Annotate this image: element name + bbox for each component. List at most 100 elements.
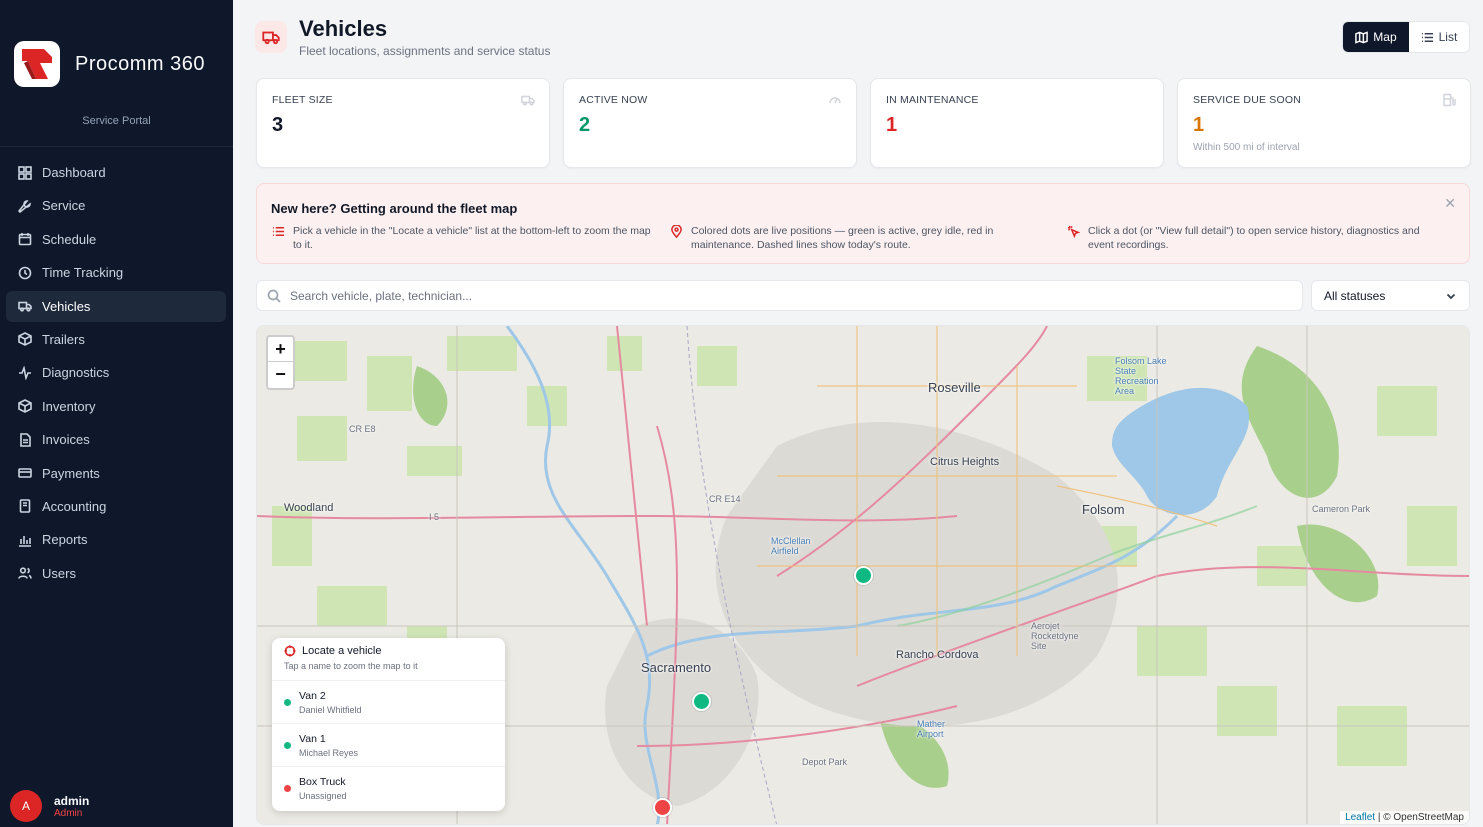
osm-attribution[interactable]: | © OpenStreetMap: [1378, 812, 1464, 823]
user-menu[interactable]: A admin Admin: [10, 790, 89, 822]
locate-vehicle-panel: Locate a vehicle Tap a name to zoom the …: [272, 638, 505, 811]
sidebar-item-label: Schedule: [42, 231, 97, 247]
map-label: CR E8: [349, 424, 376, 434]
locate-title: Locate a vehicle: [302, 645, 382, 657]
brand[interactable]: Procomm 360: [14, 41, 205, 87]
zoom-in-button[interactable]: +: [268, 337, 293, 362]
vehicle-marker-maintenance[interactable]: [653, 798, 672, 817]
file-icon: [20, 432, 31, 447]
crosshair-icon: [284, 645, 296, 657]
map-label: Folsom: [1082, 502, 1125, 517]
page-title: Vehicles: [299, 16, 388, 41]
sidebar: Procomm 360 Service Portal Dashboard Ser…: [0, 0, 233, 827]
pointer-icon: [1067, 225, 1080, 238]
activity-icon: [19, 365, 31, 380]
stat-label: SERVICE DUE SOON: [1193, 94, 1302, 106]
zoom-control: + −: [266, 335, 295, 390]
brand-name: Procomm 360: [75, 52, 205, 75]
sidebar-item-accounting[interactable]: Accounting: [6, 491, 226, 522]
vehicle-name: Box Truck: [299, 776, 346, 788]
tip-text: Click a dot (or "View full detail") to o…: [1088, 225, 1420, 251]
grid-icon: [18, 165, 32, 180]
sidebar-item-label: Accounting: [42, 498, 107, 514]
truck-icon: [521, 95, 535, 106]
sidebar-item-label: Invoices: [42, 432, 90, 448]
truck-icon: [18, 301, 32, 312]
list-icon: [272, 227, 285, 236]
locate-subtitle: Tap a name to zoom the map to it: [284, 661, 418, 671]
sidebar-item-users[interactable]: Users: [6, 558, 226, 589]
banner-tip: Pick a vehicle in the "Locate a vehicle"…: [272, 224, 652, 252]
gauge-icon: [829, 97, 841, 104]
map-label: Folsom Lake State Recreation Area: [1115, 356, 1167, 396]
list-icon: [1421, 32, 1433, 42]
sidebar-item-time-tracking[interactable]: Time Tracking: [6, 257, 226, 288]
status-dot: [284, 698, 291, 706]
stat-label: FLEET SIZE: [272, 94, 333, 106]
wrench-icon: [18, 200, 31, 213]
vehicle-name: Van 2: [299, 689, 326, 702]
chevron-down-icon: [1446, 293, 1456, 299]
map-label: Depot Park: [802, 757, 848, 767]
status-dot: [284, 785, 291, 792]
banner-title: New here? Getting around the fleet map: [271, 201, 518, 216]
sidebar-item-label: Trailers: [42, 331, 85, 347]
stat-card-fleet-size: FLEET SIZE 3: [256, 78, 550, 168]
locate-item-van-2[interactable]: Van 2 Daniel Whitfield: [272, 681, 505, 724]
sidebar-item-payments[interactable]: Payments: [6, 458, 226, 489]
sidebar-item-diagnostics[interactable]: Diagnostics: [6, 357, 226, 388]
map-attribution: Leaflet | © OpenStreetMap: [1340, 811, 1469, 824]
onboarding-banner: New here? Getting around the fleet map ✕…: [256, 183, 1470, 264]
map-view-label: Map: [1373, 30, 1397, 44]
sidebar-item-schedule[interactable]: Schedule: [6, 224, 226, 255]
sidebar-divider: [0, 146, 233, 147]
sidebar-item-label: Reports: [42, 532, 88, 548]
status-dot: [284, 741, 291, 749]
book-icon: [19, 499, 31, 514]
vehicle-assignee: Daniel Whitfield: [299, 704, 362, 715]
sidebar-item-invoices[interactable]: Invoices: [6, 424, 226, 455]
tip-text: Pick a vehicle in the "Locate a vehicle"…: [293, 225, 651, 251]
sidebar-item-reports[interactable]: Reports: [6, 524, 226, 555]
sidebar-item-service[interactable]: Service: [6, 190, 226, 221]
package-icon: [18, 399, 32, 414]
close-icon[interactable]: ✕: [1444, 195, 1456, 212]
sidebar-item-vehicles[interactable]: Vehicles: [6, 290, 226, 322]
sidebar-item-dashboard[interactable]: Dashboard: [6, 157, 226, 188]
map-label: Sacramento: [641, 660, 712, 675]
search-input[interactable]: [290, 288, 1190, 303]
vehicle-marker-active[interactable]: [854, 566, 873, 585]
status-filter-value: All statuses: [1324, 288, 1386, 303]
status-filter-select[interactable]: All statuses: [1311, 280, 1470, 311]
map-label: Cameron Park: [1312, 504, 1371, 514]
tip-text: Colored dots are live positions — green …: [691, 225, 994, 251]
search-icon: [267, 289, 281, 303]
sidebar-item-label: Service: [42, 198, 86, 214]
users-icon: [18, 567, 32, 579]
leaflet-link[interactable]: Leaflet: [1345, 812, 1375, 823]
sidebar-item-label: Dashboard: [42, 165, 106, 180]
vehicle-assignee: Michael Reyes: [299, 747, 359, 758]
vehicle-marker-active[interactable]: [692, 692, 711, 711]
map-label: Roseville: [928, 380, 981, 395]
map-label: Aerojet Rocketdyne Site: [1031, 621, 1079, 651]
stat-value: 1: [1193, 114, 1205, 136]
calendar-icon: [18, 233, 32, 246]
credit-card-icon: [18, 468, 32, 478]
view-toggle: Map List: [1342, 21, 1470, 53]
map-label: Woodland: [284, 502, 334, 514]
locate-item-box-truck[interactable]: Box Truck Unassigned: [272, 767, 505, 810]
sidebar-item-trailers[interactable]: Trailers: [6, 324, 226, 355]
stat-value: 1: [886, 114, 898, 136]
fleet-map[interactable]: Roseville Citrus Heights Folsom Sacramen…: [256, 325, 1470, 825]
truck-icon: [262, 31, 280, 45]
zoom-out-button[interactable]: −: [268, 362, 293, 387]
sidebar-item-inventory[interactable]: Inventory: [6, 391, 226, 422]
vehicles-header-icon: [255, 21, 287, 53]
list-view-button[interactable]: List: [1409, 22, 1469, 52]
search-box: [256, 280, 1303, 311]
locate-item-van-1[interactable]: Van 1 Michael Reyes: [272, 724, 505, 767]
map-view-button[interactable]: Map: [1343, 22, 1409, 52]
sidebar-nav: Dashboard Service Schedule Time Tracking…: [6, 157, 226, 591]
sidebar-item-label: Time Tracking: [42, 265, 124, 281]
